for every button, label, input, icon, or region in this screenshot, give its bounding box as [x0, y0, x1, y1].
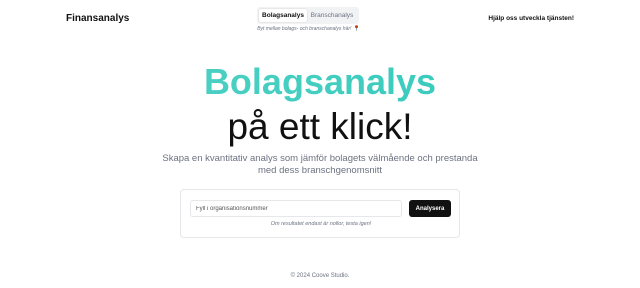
- pin-icon: [354, 25, 359, 32]
- brand-logo[interactable]: Finansanalys: [66, 13, 129, 24]
- view-toggle: Bolagsanalys Branschanalys: [257, 7, 359, 24]
- analyze-button[interactable]: Analysera: [409, 200, 451, 217]
- footer-copyright: © 2024 Coove Studio.: [290, 273, 350, 279]
- toggle-hint: Byt mellan bolags- och branschanalys här…: [0, 25, 616, 32]
- toggle-hint-text: Byt mellan bolags- och branschanalys här…: [257, 26, 352, 32]
- analysis-form-card: Analysera Om resultatet endast är nollor…: [180, 189, 460, 238]
- tab-bolagsanalys[interactable]: Bolagsanalys: [259, 9, 307, 22]
- hero-title-main: på ett klick!: [227, 106, 413, 147]
- hero-subtitle: Skapa en kvantitativ analys som jämför b…: [162, 153, 478, 176]
- form-note: Om resultatet endast är nollor, testa ig…: [270, 221, 372, 227]
- org-number-input[interactable]: [190, 200, 402, 217]
- help-link[interactable]: Hjälp oss utveckla tjänsten!: [488, 15, 574, 22]
- tab-branschanalys[interactable]: Branschanalys: [307, 9, 357, 22]
- hero-title-accent: Bolagsanalys: [0, 59, 640, 105]
